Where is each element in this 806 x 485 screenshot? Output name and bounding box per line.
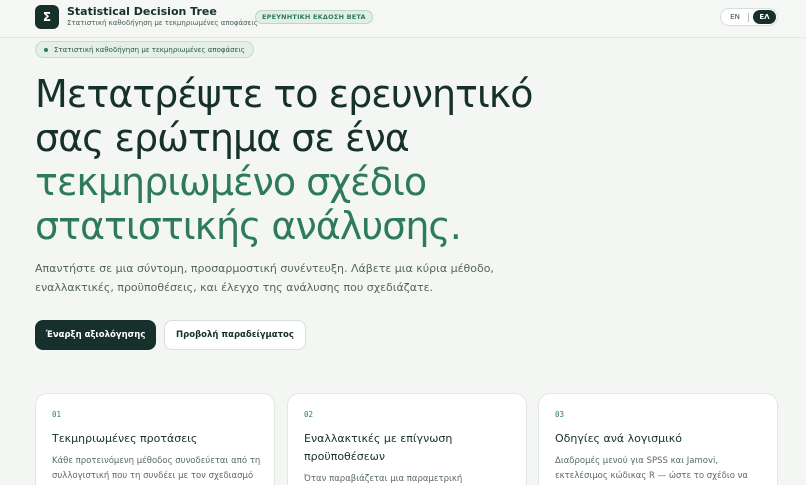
app-title[interactable]: Statistical Decision Tree <box>67 5 217 18</box>
start-assessment-button[interactable]: Έναρξη αξιολόγησης <box>35 320 156 350</box>
headline-line-2: σας ερώτημα σε ένα <box>35 116 410 160</box>
hero-description: Απαντήστε σε μια σύντομη, προσαρμοστική … <box>35 262 494 294</box>
feature-card-2: 02 Εναλλακτικές με επίγνωση προϋποθέσεων… <box>287 393 527 485</box>
language-switcher: EN ΕΛ <box>720 8 778 26</box>
beta-badge: ΕΡΕΥΝΗΤΙΚΗ ΕΚΔΟΣΗ BETA <box>255 10 373 24</box>
language-divider <box>748 13 749 22</box>
hero-eyebrow-badge: Στατιστική καθοδήγηση με τεκμηριωμένες α… <box>35 41 254 58</box>
top-bar: Σ Statistical Decision Tree Στατιστική κ… <box>0 0 806 38</box>
card-body: Όταν παραβιάζεται μια παραμετρική <box>304 474 463 484</box>
view-example-button[interactable]: Προβολή παραδείγματος <box>164 320 306 350</box>
hero-eyebrow-text: Στατιστική καθοδήγηση με τεκμηριωμένες α… <box>54 45 245 54</box>
status-dot-icon <box>44 48 48 52</box>
card-title: Τεκμηριωμένες προτάσεις <box>52 432 198 445</box>
language-el-button[interactable]: ΕΛ <box>753 10 776 24</box>
hero-headline: Μετατρέψτε το ερευνητικό σας ερώτημα σε … <box>35 72 595 248</box>
feature-card-3: 03 Οδηγίες ανά λογισμικό Διαδρομές μενού… <box>538 393 778 485</box>
feature-card-1: 01 Τεκμηριωμένες προτάσεις Κάθε προτεινό… <box>35 393 275 485</box>
language-en-button[interactable]: EN <box>726 11 744 23</box>
logo-sigma-icon[interactable]: Σ <box>35 5 59 29</box>
headline-line-3: τεκμηριωμένο σχέδιο <box>35 160 427 204</box>
card-title: Οδηγίες ανά λογισμικό <box>555 432 683 445</box>
card-number: 01 <box>52 410 62 419</box>
card-body: Κάθε προτεινόμενη μέθοδος συνοδεύεται απ… <box>52 456 261 481</box>
headline-line-4: στατιστικής ανάλυσης. <box>35 204 462 248</box>
headline-line-1: Μετατρέψτε το ερευνητικό <box>35 72 533 116</box>
app-subtitle: Στατιστική καθοδήγηση με τεκμηριωμένες α… <box>67 19 258 27</box>
card-number: 03 <box>555 410 565 419</box>
card-body: Διαδρομές μενού για SPSS και Jamovi, εκτ… <box>555 456 748 481</box>
card-number: 02 <box>304 410 314 419</box>
card-title: Εναλλακτικές με επίγνωση προϋποθέσεων <box>304 432 453 463</box>
